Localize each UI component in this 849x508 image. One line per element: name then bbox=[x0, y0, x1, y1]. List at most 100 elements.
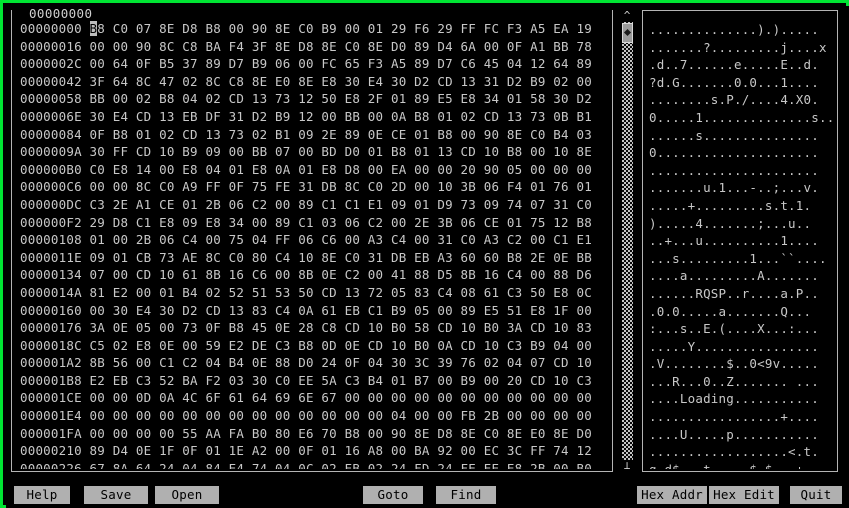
hex-byte[interactable]: 01 bbox=[229, 162, 252, 177]
hex-byte[interactable]: 09 bbox=[484, 197, 507, 212]
hex-byte[interactable]: 10 bbox=[461, 320, 484, 335]
hex-byte[interactable]: B0 bbox=[576, 461, 591, 469]
hex-byte[interactable]: 07 bbox=[275, 144, 298, 159]
hex-byte[interactable]: 06 bbox=[461, 215, 484, 230]
hex-byte[interactable]: 8E bbox=[507, 127, 530, 142]
hex-byte[interactable]: E6 bbox=[298, 426, 321, 441]
hex-byte[interactable]: 00 bbox=[90, 56, 113, 71]
hex-byte[interactable]: 07 bbox=[530, 355, 553, 370]
hex-byte[interactable]: 12 bbox=[576, 443, 591, 458]
hex-byte[interactable]: 10 bbox=[553, 373, 576, 388]
hex-row[interactable]: 000000C6 00 00 8C C0 A9 FF 0F 75 FE 31 D… bbox=[20, 178, 608, 196]
hex-byte[interactable]: 03 bbox=[321, 215, 344, 230]
hex-byte[interactable]: CD bbox=[484, 109, 507, 124]
hex-byte[interactable]: 0E bbox=[136, 443, 159, 458]
hex-byte[interactable]: CD bbox=[461, 144, 484, 159]
hex-byte[interactable]: 00 bbox=[576, 408, 591, 423]
hex-byte[interactable]: C0 bbox=[484, 426, 507, 441]
hex-byte[interactable]: 8E bbox=[275, 39, 298, 54]
hex-byte[interactable]: 01 bbox=[136, 127, 159, 142]
hex-byte[interactable]: B8 bbox=[507, 250, 530, 265]
hex-byte[interactable]: C4 bbox=[507, 267, 530, 282]
hex-byte[interactable]: 04 bbox=[368, 355, 391, 370]
hex-byte[interactable]: 2E bbox=[113, 197, 136, 212]
hex-byte[interactable]: 0F bbox=[182, 443, 205, 458]
hex-byte[interactable]: 51 bbox=[252, 285, 275, 300]
hex-byte[interactable]: F3 bbox=[507, 21, 530, 36]
hex-byte[interactable]: CE bbox=[391, 127, 414, 142]
hex-byte[interactable]: E8 bbox=[252, 162, 275, 177]
hex-byte[interactable]: D0 bbox=[576, 426, 591, 441]
hex-byte[interactable]: 6A bbox=[461, 39, 484, 54]
hex-byte[interactable]: 00 bbox=[90, 303, 113, 318]
hex-byte[interactable]: 8E bbox=[252, 74, 275, 89]
hex-byte[interactable]: 31 bbox=[484, 74, 507, 89]
hex-byte[interactable]: 01 bbox=[182, 197, 205, 212]
hex-byte[interactable]: EB bbox=[414, 250, 437, 265]
hex-row[interactable]: 00000134 07 00 CD 10 61 8B 16 C6 00 8B 0… bbox=[20, 266, 608, 284]
hex-byte[interactable]: 0E bbox=[345, 338, 368, 353]
scrollbar-track[interactable] bbox=[622, 22, 633, 460]
hex-byte[interactable]: 00 bbox=[113, 39, 136, 54]
hex-byte[interactable]: 00 bbox=[90, 426, 113, 441]
hex-byte[interactable]: F6 bbox=[414, 21, 437, 36]
hex-byte[interactable]: 09 bbox=[391, 197, 414, 212]
hex-byte[interactable]: 52 bbox=[229, 285, 252, 300]
hex-byte[interactable]: 88 bbox=[553, 267, 576, 282]
hex-byte[interactable]: A5 bbox=[391, 56, 414, 71]
ascii-row[interactable]: .d..7......e.....E..d. bbox=[649, 56, 835, 74]
hex-byte[interactable]: 19 bbox=[576, 21, 591, 36]
hex-byte[interactable]: 58 bbox=[530, 91, 553, 106]
hex-byte[interactable]: 90 bbox=[391, 426, 414, 441]
hex-row[interactable]: 000001A2 8B 56 00 C1 C2 04 B4 0E 88 D0 2… bbox=[20, 354, 608, 372]
hex-byte[interactable]: F2 bbox=[205, 373, 228, 388]
hex-byte[interactable]: B0 bbox=[252, 426, 275, 441]
hex-byte[interactable]: 04 bbox=[507, 56, 530, 71]
hex-byte[interactable]: 00 bbox=[530, 162, 553, 177]
hex-byte[interactable]: 80 bbox=[275, 426, 298, 441]
hex-byte[interactable]: 8C bbox=[159, 39, 182, 54]
hex-byte[interactable]: C3 bbox=[90, 197, 113, 212]
hex-byte[interactable]: 06 bbox=[484, 179, 507, 194]
hex-byte[interactable]: 75 bbox=[252, 179, 275, 194]
hex-byte[interactable]: 00 bbox=[113, 267, 136, 282]
scrollbar-up-arrow-icon[interactable]: ^ bbox=[618, 10, 636, 22]
hex-byte[interactable]: A8 bbox=[368, 443, 391, 458]
hex-byte[interactable]: 00 bbox=[507, 408, 530, 423]
hex-byte[interactable]: 13 bbox=[461, 74, 484, 89]
hex-byte[interactable]: C1 bbox=[136, 215, 159, 230]
hex-byte[interactable]: 3B bbox=[461, 179, 484, 194]
hex-byte[interactable]: E4 bbox=[113, 109, 136, 124]
hex-byte[interactable]: 00 bbox=[298, 56, 321, 71]
hex-byte[interactable]: 0D bbox=[136, 390, 159, 405]
hex-byte[interactable]: 83 bbox=[414, 285, 437, 300]
hex-byte[interactable]: 89 bbox=[275, 215, 298, 230]
hex-byte[interactable]: 04 bbox=[205, 162, 228, 177]
hex-byte[interactable]: C1 bbox=[159, 355, 182, 370]
hex-row[interactable]: 0000011E 09 01 CB 73 AE 8C C0 80 C4 10 8… bbox=[20, 249, 608, 267]
hex-byte[interactable]: 31 bbox=[553, 197, 576, 212]
hex-byte[interactable]: 00 bbox=[182, 338, 205, 353]
hex-byte[interactable]: 00 bbox=[368, 390, 391, 405]
hex-byte[interactable]: 65 bbox=[345, 56, 368, 71]
hex-byte[interactable]: C2 bbox=[507, 232, 530, 247]
hex-byte[interactable]: 00 bbox=[576, 390, 591, 405]
hex-byte[interactable]: 0F bbox=[90, 127, 113, 142]
hex-byte[interactable]: 00 bbox=[461, 390, 484, 405]
hex-byte[interactable]: 0F bbox=[205, 320, 228, 335]
hex-byte[interactable]: 00 bbox=[113, 426, 136, 441]
hex-byte[interactable]: 47 bbox=[159, 74, 182, 89]
hex-byte[interactable]: EA bbox=[391, 162, 414, 177]
hex-byte[interactable]: 00 bbox=[136, 285, 159, 300]
hex-byte[interactable]: CD bbox=[136, 144, 159, 159]
hex-byte[interactable]: B9 bbox=[461, 373, 484, 388]
ascii-row[interactable]: ...................... bbox=[649, 162, 835, 180]
hex-byte[interactable]: C2 bbox=[182, 355, 205, 370]
hex-byte[interactable]: 00 bbox=[229, 408, 252, 423]
hex-byte[interactable]: A2 bbox=[252, 443, 275, 458]
hex-byte[interactable]: 67 bbox=[90, 461, 113, 469]
hex-byte[interactable]: 8E bbox=[159, 21, 182, 36]
hex-byte[interactable]: 01 bbox=[159, 285, 182, 300]
hex-byte[interactable]: 1F bbox=[159, 443, 182, 458]
hex-byte[interactable]: 29 bbox=[90, 215, 113, 230]
